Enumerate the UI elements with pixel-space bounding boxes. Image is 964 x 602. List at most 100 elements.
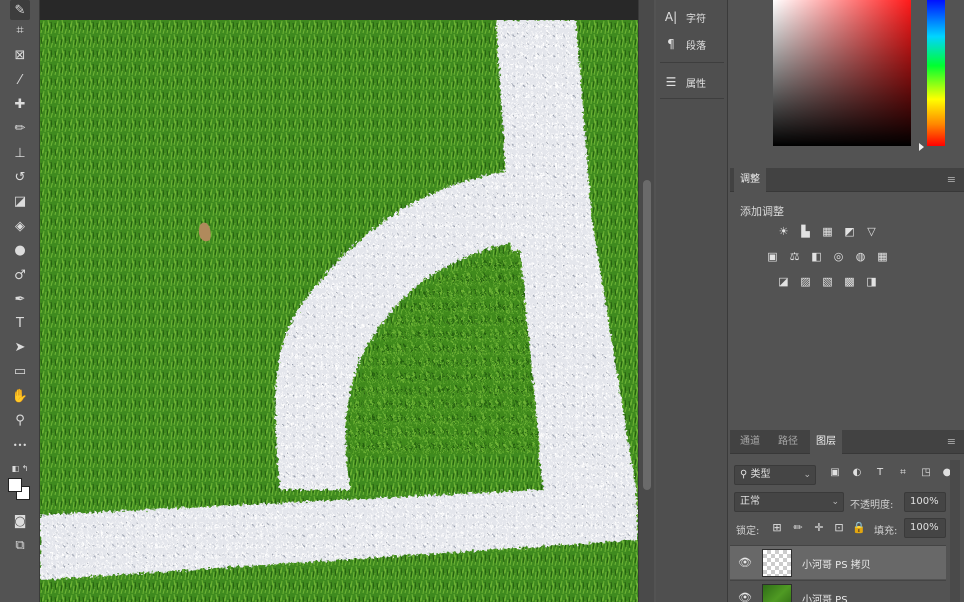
chevron-down-icon: ⌄ [803, 470, 811, 480]
type-icon[interactable]: T [10, 313, 30, 333]
pen-icon[interactable]: ✒ [10, 289, 30, 309]
character-panel-button[interactable]: A| 字符 [664, 6, 706, 28]
properties-icon: ☰ [665, 75, 677, 89]
quick-mask-icon[interactable]: ◙ [10, 511, 30, 531]
panel-menu-icon[interactable]: ≡ [947, 173, 956, 186]
layer-filter-select[interactable]: ⚲ 类型 ⌄ [734, 465, 816, 485]
fill-value: 100% [910, 522, 939, 533]
more-tools-icon[interactable]: ••• [10, 435, 30, 455]
opacity-label: 不透明度: [850, 500, 894, 511]
right-panels: 调整 ≡ 添加调整 ☀ ▙ ▦ ◩ ▽ ▣ ⚖ ◧ ◎ ◍ ▦ ◪ ▨ ▧ ▩ ◨ 通道 路径 图层 ≡ ⚲ … [730, 0, 964, 602]
dodge-icon[interactable]: ♂ [10, 265, 30, 285]
visibility-eye-icon[interactable]: 👁 [738, 556, 752, 569]
zoom-icon[interactable]: ⚲ [10, 410, 30, 430]
eyedropper-icon[interactable]: ⁄ [10, 70, 30, 90]
layers-tab-bar: 通道 路径 图层 ≡ [730, 430, 964, 454]
adjustment-row2-icon[interactable]: ◍ [853, 249, 868, 264]
adjustment-row2-icon[interactable]: ⚖ [787, 249, 802, 264]
adjustments-tab-bar: 调整 ≡ [730, 168, 964, 192]
screen-mode-icon[interactable]: ⧉ [10, 535, 30, 555]
layers-scrollbar[interactable] [950, 460, 960, 602]
filter-kind-label: 类型 [750, 469, 771, 480]
adjustment-row2-icon[interactable]: ◎ [831, 249, 846, 264]
fill-field[interactable]: 100% [904, 518, 946, 538]
add-adjustment-title: 添加调整 [740, 205, 784, 218]
path-selection-icon[interactable]: ➤ [10, 337, 30, 357]
adjustment-row1-icon[interactable]: ▽ [864, 224, 879, 239]
lock-position-icon[interactable]: ✛ [812, 521, 826, 534]
shape-filter-icon[interactable]: ⌗ [896, 467, 910, 478]
fill-label: 填充: [874, 526, 898, 537]
adjustment-row3-icon[interactable]: ▩ [842, 274, 857, 289]
color-panel [730, 0, 964, 166]
character-label: 字符 [686, 13, 706, 25]
layer-row[interactable]: 👁 小河哥 PS 拷贝 [730, 545, 946, 579]
adjustment-row1-icon[interactable]: ☀ [776, 224, 791, 239]
layer-row[interactable]: 👁 小河哥 PS [730, 580, 946, 602]
foreground-color-swatch[interactable] [8, 478, 22, 492]
tab-channels[interactable]: 通道 [734, 430, 766, 454]
adjustment-row3-icon[interactable]: ◨ [864, 274, 879, 289]
smart-object-filter-icon[interactable]: ◳ [919, 467, 933, 478]
strip-divider [660, 62, 724, 63]
opacity-field[interactable]: 100% [904, 492, 946, 512]
tab-paths[interactable]: 路径 [772, 430, 804, 454]
paragraph-icon: ¶ [667, 37, 675, 51]
lock-image-icon[interactable]: ✏ [791, 521, 805, 534]
adjustment-row3-icon[interactable]: ▨ [798, 274, 813, 289]
pixel-filter-icon[interactable]: ▣ [828, 467, 842, 478]
blur-icon[interactable]: ● [10, 240, 30, 260]
properties-label: 属性 [686, 78, 706, 90]
lock-label: 锁定: [736, 526, 760, 537]
hue-slider[interactable] [927, 0, 945, 146]
adjustment-row1-icon[interactable]: ◩ [842, 224, 857, 239]
lock-all-icon[interactable]: 🔒 [852, 521, 866, 534]
lock-artboard-icon[interactable]: ⊡ [832, 521, 846, 534]
search-icon: ⚲ [740, 469, 751, 480]
color-field[interactable] [773, 0, 911, 146]
document-tab-bar [40, 0, 638, 20]
hue-slider-handle[interactable] [919, 143, 924, 151]
adjustment-filter-icon[interactable]: ◐ [850, 467, 864, 478]
adjustment-row2-icon[interactable]: ◧ [809, 249, 824, 264]
strip-divider [660, 98, 724, 99]
chevron-down-icon: ⌄ [831, 497, 839, 507]
canvas-scrollbar[interactable] [638, 0, 654, 602]
panel-menu-icon[interactable]: ≡ [947, 435, 956, 448]
paint-bucket-icon[interactable]: ◈ [10, 216, 30, 236]
properties-panel-button[interactable]: ☰ 属性 [664, 71, 706, 93]
layer-name: 小河哥 PS 拷贝 [802, 560, 871, 571]
clone-stamp-icon[interactable]: ⊥ [10, 143, 30, 163]
layer-thumbnail [762, 584, 792, 602]
brush-icon[interactable]: ✏ [10, 118, 30, 138]
crop-icon[interactable]: ⌗ [10, 20, 30, 40]
type-filter-icon[interactable]: T [873, 467, 887, 478]
eraser-icon[interactable]: ◪ [10, 191, 30, 211]
history-brush-icon[interactable]: ↺ [10, 167, 30, 187]
tools-panel: ✎ ⌗ ⊠ ⁄ ✚ ✏ ⊥ ↺ ◪ ◈ ● ♂ ✒ T ➤ ▭ ✋ ⚲ ••• ◧ ↰ ◙ ⧉ [0, 0, 40, 602]
rectangle-icon[interactable]: ▭ [10, 361, 30, 381]
adjustment-row2-icon[interactable]: ▣ [765, 249, 780, 264]
hand-icon[interactable]: ✋ [10, 386, 30, 406]
layer-name: 小河哥 PS [802, 595, 848, 602]
grass-field-image [40, 20, 638, 602]
quick-selection-icon[interactable]: ✎ [10, 0, 30, 20]
adjustment-row1-icon[interactable]: ▦ [820, 224, 835, 239]
layer-thumbnail [762, 549, 792, 577]
adjustment-row1-icon[interactable]: ▙ [798, 224, 813, 239]
opacity-value: 100% [910, 496, 939, 507]
healing-brush-icon[interactable]: ✚ [10, 94, 30, 114]
adjustment-row2-icon[interactable]: ▦ [875, 249, 890, 264]
blend-mode-value: 正常 [740, 496, 760, 507]
lock-transparent-icon[interactable]: ⊞ [770, 521, 784, 534]
adjustment-row3-icon[interactable]: ◪ [776, 274, 791, 289]
paragraph-panel-button[interactable]: ¶ 段落 [664, 33, 706, 55]
frame-icon[interactable]: ⊠ [10, 45, 30, 65]
visibility-eye-icon[interactable]: 👁 [738, 591, 752, 602]
default-colors-icon[interactable]: ◧ ↰ [10, 458, 30, 478]
document-canvas[interactable] [40, 20, 638, 602]
tab-adjustments[interactable]: 调整 [734, 168, 766, 192]
adjustment-row3-icon[interactable]: ▧ [820, 274, 835, 289]
blend-mode-select[interactable]: 正常 ⌄ [734, 492, 844, 512]
tab-layers[interactable]: 图层 [810, 430, 842, 454]
